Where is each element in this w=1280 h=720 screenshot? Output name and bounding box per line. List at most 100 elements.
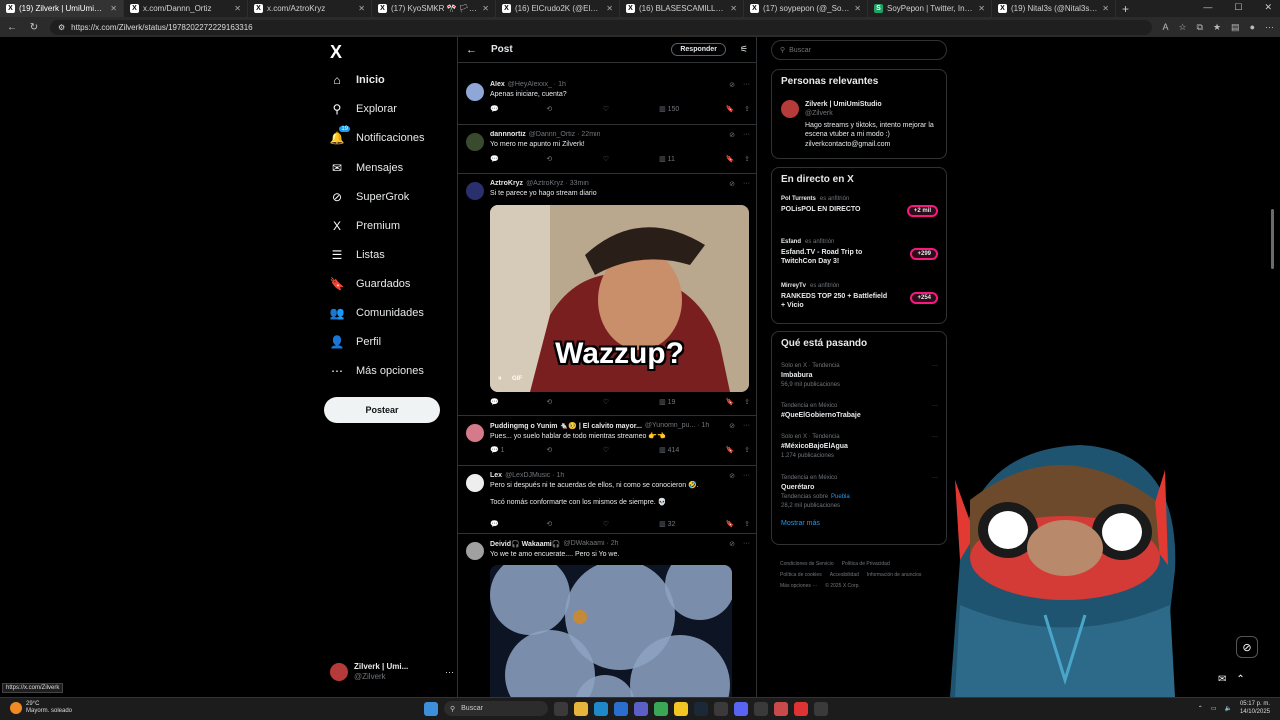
sidebar-item-premium[interactable]: X Premium [330, 219, 400, 233]
reply-icon[interactable]: 💬 [490, 398, 546, 406]
more-icon[interactable]: ··· [743, 422, 750, 430]
live-broadcast-item[interactable]: MirreyTv es anfitrión RANKEDS TOP 250 + Ba… [781, 283, 938, 310]
tab-close-icon[interactable]: ✕ [978, 4, 985, 13]
gif-media[interactable]: Wazzup? GIF ⏸ [490, 205, 749, 392]
minimize-icon[interactable]: — [1203, 2, 1212, 13]
tweet[interactable]: dannnortiz @Dannn_Ortiz · 22min Yo mero me… [458, 125, 756, 174]
tweet[interactable]: Puddingmg o Yunim 🐁🥺 | El calvito mayor.… [458, 416, 756, 466]
footer-link[interactable]: Información de anuncios [867, 570, 921, 581]
split-icon[interactable]: ⧉ [1197, 22, 1203, 33]
share-icon[interactable]: ⇪ [744, 398, 750, 406]
tab-close-icon[interactable]: ✕ [110, 4, 117, 13]
footer-link[interactable]: Accesibilidad [830, 570, 859, 581]
edge-icon[interactable] [594, 701, 608, 716]
live-listeners-pill[interactable]: +254 [910, 292, 938, 304]
grok-floating-button[interactable]: ⊘ [1236, 636, 1258, 658]
sidebar-item-comunidades[interactable]: 👥 Comunidades [330, 306, 424, 320]
back-arrow-icon[interactable]: ← [466, 44, 477, 56]
clock[interactable]: 05:17 p. m. 14/10/2025 [1240, 701, 1270, 717]
sidebar-item-supergrok[interactable]: ⊘ SuperGrok [330, 190, 409, 204]
share-icon[interactable]: ⇪ [744, 105, 750, 113]
image-media[interactable] [490, 565, 732, 697]
collections-icon[interactable]: ▤ [1231, 22, 1240, 33]
expand-drawer-icon[interactable]: ⌃ [1236, 674, 1244, 685]
views-icon[interactable]: ▥ 11 [659, 155, 715, 163]
reply-icon[interactable]: 💬 1 [490, 446, 546, 454]
browser-tab[interactable]: X (17) soypepon (@_SoyPepon) / X✕ [744, 0, 868, 17]
settings-icon[interactable] [754, 701, 768, 716]
views-icon[interactable]: ▥ 150 [659, 105, 715, 113]
bookmark-icon[interactable]: 🔖 [725, 105, 734, 113]
browser-tab[interactable]: S SoyPepon | Twitter, Instagram, Tik✕ [868, 0, 992, 17]
footer-link[interactable]: Política de Privacidad [842, 559, 890, 570]
retweet-icon[interactable]: ⟲ [546, 398, 602, 406]
tab-close-icon[interactable]: ✕ [1102, 4, 1109, 13]
footer-link[interactable]: © 2025 X Corp. [825, 581, 860, 592]
tab-close-icon[interactable]: ✕ [358, 4, 365, 13]
account-more-icon[interactable]: ··· [445, 667, 454, 677]
reply-icon[interactable]: 💬 [490, 155, 546, 163]
account-switcher[interactable]: Zilverk | Umi... @Zilverk ··· [330, 660, 454, 684]
x-logo-icon[interactable]: X [330, 42, 342, 63]
avatar[interactable] [466, 474, 484, 492]
favorite-star-icon[interactable]: ☆ [1178, 22, 1186, 33]
trend-related-link[interactable]: Puebla [831, 494, 850, 500]
address-bar[interactable]: ⚙ https://x.com/Zilverk/status/197820227… [50, 19, 1153, 35]
taskbar-search[interactable]: ⚲ Buscar [444, 701, 548, 716]
retweet-icon[interactable]: ⟲ [546, 446, 602, 454]
tweet-author-name[interactable]: Puddingmg o Yunim 🐁🥺 | El calvito mayor.… [490, 422, 642, 430]
share-icon[interactable]: ⇪ [744, 520, 750, 528]
filter-icon[interactable]: ⚟ [740, 44, 748, 55]
youtube-icon[interactable] [794, 701, 808, 716]
close-icon[interactable]: ✕ [1264, 2, 1272, 13]
tweet[interactable]: AztroKryz @AztroKryz · 33min Si te parece … [458, 174, 756, 416]
live-listeners-pill[interactable]: +2 mil [906, 205, 938, 217]
browser-tab[interactable]: Xx.com/AztroKryz ✕ [248, 0, 372, 17]
site-info-icon[interactable]: ⚙ [58, 23, 65, 32]
like-icon[interactable]: ♡ [603, 398, 659, 406]
browser-tab[interactable]: X (19) Zilverk | UmiUmiStudio en X ✕ [0, 0, 124, 17]
file-explorer-icon[interactable] [574, 701, 588, 716]
footer-link[interactable]: Condiciones de Servicio [780, 559, 834, 570]
show-more-link[interactable]: Mostrar más [781, 520, 820, 527]
footer-link[interactable]: Más opciones ··· [780, 581, 817, 592]
browser-tab[interactable]: X (19) Nital3s (@Nital3sYT) / X✕ [992, 0, 1116, 17]
tweet[interactable]: Lex @LexDJMusic · 1h Pero si después ni te… [458, 466, 756, 534]
settings-more-icon[interactable]: ⋯ [1265, 22, 1274, 33]
profile-icon[interactable]: ● [1250, 22, 1255, 33]
grok-icon[interactable] [814, 701, 828, 716]
search-input[interactable]: ⚲ Buscar [771, 40, 947, 60]
tray-overflow-icon[interactable]: ⌃ [1198, 705, 1203, 712]
more-icon[interactable]: ··· [743, 180, 750, 188]
more-icon[interactable]: ··· [743, 472, 750, 480]
browser-tab[interactable]: X (16) ElCrudo2K (@ElCrudo2K) / X ✕ [496, 0, 620, 17]
grok-icon[interactable]: ⊘ [729, 540, 735, 548]
tweet[interactable]: Deivid🎧 Wakaami🎧 @DWakaami · 2h Yo we te a… [458, 534, 756, 697]
avatar[interactable] [466, 83, 484, 101]
like-icon[interactable]: ♡ [603, 155, 659, 163]
retweet-icon[interactable]: ⟲ [546, 105, 602, 113]
relevant-name[interactable]: Zilverk | UmiUmiStudio [805, 100, 940, 109]
sidebar-item-msopciones[interactable]: ⋯ Más opciones [330, 364, 424, 378]
new-tab-button[interactable]: + [1116, 2, 1135, 16]
tweet-author-name[interactable]: AztroKryz [490, 180, 523, 187]
favorites-icon[interactable]: ★ [1213, 22, 1221, 33]
trend-item[interactable]: Tendencia en México Querétaro Tendencias s… [781, 474, 938, 510]
tweet-author-name[interactable]: Lex [490, 472, 502, 479]
reload-icon[interactable]: ↻ [28, 22, 40, 33]
views-icon[interactable]: ▥ 414 [659, 446, 715, 454]
more-icon[interactable]: ··· [932, 362, 938, 371]
tab-close-icon[interactable]: ✕ [854, 4, 861, 13]
notes-icon[interactable] [674, 701, 688, 716]
bookmark-icon[interactable]: 🔖 [725, 446, 734, 454]
sidebar-item-explorar[interactable]: ⚲ Explorar [330, 102, 397, 116]
sidebar-item-inicio[interactable]: ⌂ Inicio [330, 73, 384, 87]
tab-close-icon[interactable]: ✕ [606, 4, 613, 13]
tab-close-icon[interactable]: ✕ [234, 4, 241, 13]
retweet-icon[interactable]: ⟲ [546, 520, 602, 528]
grok-icon[interactable]: ⊘ [729, 131, 735, 139]
more-icon[interactable]: ··· [932, 402, 938, 411]
tab-close-icon[interactable]: ✕ [482, 4, 489, 13]
more-icon[interactable]: ··· [743, 131, 750, 139]
grok-icon[interactable]: ⊘ [729, 422, 735, 430]
